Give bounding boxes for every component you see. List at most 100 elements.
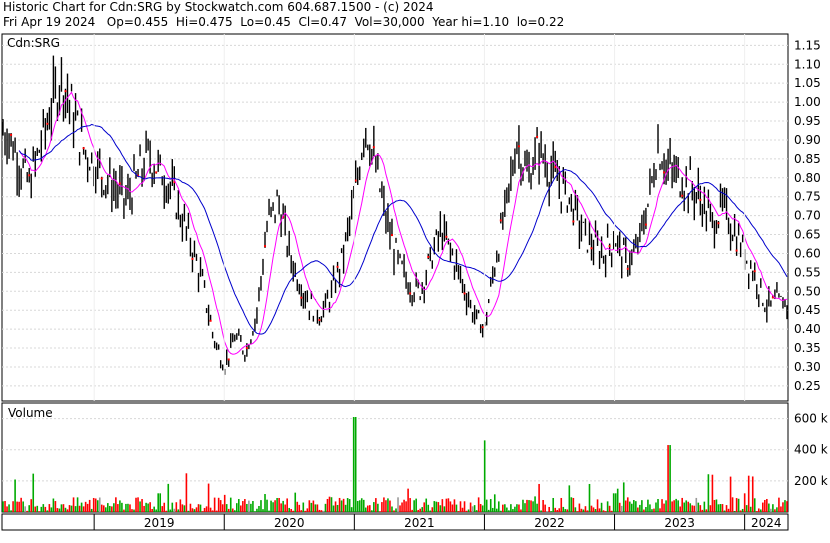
volume-bar [772,504,774,512]
price-down-tick [445,235,448,238]
volume-bar [618,502,621,512]
volume-bar [171,502,174,512]
x-tick-label: 2020 [274,516,305,530]
volume-bar [731,497,734,512]
volume-bar [491,507,494,512]
volume-bar [338,497,341,512]
price-tick-label: 0.75 [794,190,821,204]
volume-bar [238,499,240,512]
x-tick-label: 2019 [144,516,175,530]
volume-bar [113,503,115,512]
volume-bar [647,499,649,512]
volume-bar [306,508,309,512]
volume-bar [229,497,232,512]
volume-bar [389,500,391,512]
volume-bar [522,499,524,512]
volume-bar [74,506,77,512]
volume-bar [322,510,325,512]
x-tick-label: 2022 [534,516,565,530]
volume-bar [26,510,28,512]
volume-bar [352,417,355,512]
x-tick-label: 2024 [751,516,782,530]
volume-bar [399,505,401,512]
volume-bar [354,417,357,512]
volume-bar [153,506,155,512]
price-down-tick [64,90,67,93]
volume-bar [677,500,679,512]
volume-bar [139,501,141,512]
volume-bar [40,506,43,512]
price-down-tick [536,135,539,138]
volume-bar [189,503,192,512]
volume-bar [213,497,216,512]
volume-bar [653,508,655,512]
volume-bar [737,498,740,512]
price-down-tick [717,222,720,225]
price-down-tick [318,318,321,321]
volume-bar [645,507,647,512]
volume-bar [786,501,788,512]
price-tick-label: 0.85 [794,152,821,166]
volume-bar [256,508,258,512]
volume-bar [759,509,762,512]
volume-bar [598,508,601,512]
volume-bar [387,498,389,512]
volume-bar [282,500,284,512]
volume-bar [98,497,101,512]
price-down-tick [481,326,484,329]
volume-bar [284,504,286,512]
volume-bar [8,504,10,512]
price-down-tick [499,219,502,222]
price-tick-label: 0.55 [794,265,821,279]
volume-bar [497,501,500,512]
volume-bar [391,506,393,512]
volume-bar [661,499,663,512]
volume-bar [364,507,367,512]
volume-bar [709,505,712,512]
volume-bar [225,504,228,512]
volume-bar [344,504,347,512]
volume-bar [481,505,484,512]
volume-bar [288,507,290,512]
volume-bar [205,506,208,512]
volume-bar [185,473,188,512]
volume-bar [403,499,405,512]
volume-bar [70,505,73,512]
volume-bar [377,503,379,512]
volume-bar [316,504,319,512]
volume-bar [223,494,226,512]
volume-bar [131,509,133,512]
volume-bar [173,508,176,512]
volume-bar [278,497,280,512]
volume-bar [419,508,421,512]
volume-bar [514,506,516,512]
volume-bar [749,506,752,512]
volume-bar [395,508,397,512]
volume-bar [177,509,180,512]
volume-bar [477,497,480,512]
volume-bar [649,504,651,512]
volume-bar [536,503,538,512]
volume-bar [258,505,260,512]
volume-bar [246,503,248,512]
volume-bar [332,505,335,512]
volume-bar [572,497,575,512]
volume-bar [596,499,599,512]
volume-bar [86,503,89,512]
volume-bar [608,505,611,512]
volume-bar [473,505,476,512]
volume-bar [217,497,220,512]
volume-bar [304,510,307,512]
volume-bar [117,504,119,512]
volume-bar [518,504,520,512]
volume-bar [683,502,686,512]
volume-bar [385,500,387,512]
volume-bar [231,508,234,512]
volume-bar [151,508,153,512]
volume-bar [179,499,182,512]
price-tick-label: 1.00 [794,95,821,109]
volume-bar [50,507,53,512]
volume-bar [16,501,18,512]
volume-bar [115,497,117,512]
volume-bar [235,503,238,512]
